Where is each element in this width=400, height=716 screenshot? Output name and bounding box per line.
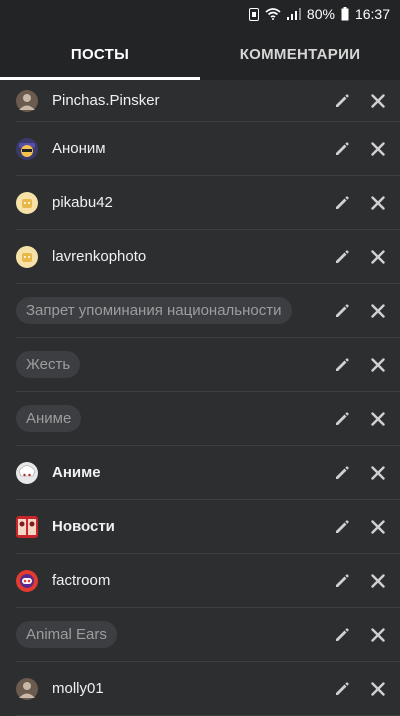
list-item[interactable]: Pinchas.Pinsker [16, 80, 400, 122]
user-name: Аноним [52, 140, 106, 157]
row-actions [334, 608, 386, 661]
news-avatar-icon [16, 515, 38, 538]
list-item[interactable]: Аниме [16, 392, 400, 446]
edit-pencil-icon[interactable] [334, 681, 350, 697]
user-name: pikabu42 [52, 194, 113, 211]
edit-pencil-icon[interactable] [334, 465, 350, 481]
list-item[interactable]: Аниме [16, 446, 400, 500]
remove-close-icon[interactable] [370, 411, 386, 427]
battery-icon [341, 7, 349, 21]
default-avatar-icon [16, 245, 38, 268]
remove-close-icon[interactable] [370, 465, 386, 481]
remove-close-icon[interactable] [370, 357, 386, 373]
row-actions [334, 338, 386, 391]
wifi-icon [265, 8, 281, 20]
tag-chip: Запрет упоминания национальности [16, 297, 292, 324]
list-item[interactable]: Жесть [16, 338, 400, 392]
remove-close-icon[interactable] [370, 195, 386, 211]
status-bar: 80% 16:37 [0, 0, 400, 28]
row-actions [334, 554, 386, 607]
factroom-avatar-icon [16, 569, 38, 592]
anon-avatar-icon [16, 137, 38, 160]
list-item[interactable]: molly01 [16, 662, 400, 716]
edit-pencil-icon[interactable] [334, 411, 350, 427]
remove-close-icon[interactable] [370, 93, 386, 109]
clock: 16:37 [354, 6, 390, 22]
user-avatar-icon [16, 89, 38, 112]
community-name: Новости [52, 518, 115, 535]
signal-icon [286, 8, 301, 20]
edit-pencil-icon[interactable] [334, 303, 350, 319]
remove-close-icon[interactable] [370, 627, 386, 643]
row-actions [334, 446, 386, 499]
remove-close-icon[interactable] [370, 249, 386, 265]
tab-comments[interactable]: КОММЕНТАРИИ [200, 28, 400, 80]
list-item[interactable]: Новости [16, 500, 400, 554]
sim-icon [248, 7, 259, 21]
list-item[interactable]: Animal Ears [16, 608, 400, 662]
remove-close-icon[interactable] [370, 573, 386, 589]
tab-posts[interactable]: ПОСТЫ [0, 28, 200, 80]
row-actions [334, 176, 386, 229]
edit-pencil-icon[interactable] [334, 357, 350, 373]
remove-close-icon[interactable] [370, 519, 386, 535]
community-name: Аниме [52, 464, 101, 481]
user-name: factroom [52, 572, 111, 589]
default-avatar-icon [16, 191, 38, 214]
list-item[interactable]: lavrenkophoto [16, 230, 400, 284]
user-name: lavrenkophoto [52, 248, 147, 265]
tab-bar: ПОСТЫ КОММЕНТАРИИ [0, 28, 400, 80]
battery-percent: 80% [306, 6, 335, 22]
anime-avatar-icon [16, 461, 38, 484]
edit-pencil-icon[interactable] [334, 195, 350, 211]
row-actions [334, 122, 386, 175]
edit-pencil-icon[interactable] [334, 519, 350, 535]
row-actions [334, 230, 386, 283]
row-actions [334, 284, 386, 337]
list-item[interactable]: factroom [16, 554, 400, 608]
list-item[interactable]: Аноним [16, 122, 400, 176]
ignore-list: Pinchas.Pinsker Аноним pikabu42 lavrenkopho… [0, 80, 400, 716]
user-name: Pinchas.Pinsker [52, 92, 160, 109]
list-item[interactable]: Запрет упоминания национальности [16, 284, 400, 338]
tag-chip: Animal Ears [16, 621, 117, 648]
remove-close-icon[interactable] [370, 141, 386, 157]
remove-close-icon[interactable] [370, 681, 386, 697]
edit-pencil-icon[interactable] [334, 573, 350, 589]
edit-pencil-icon[interactable] [334, 249, 350, 265]
row-actions [334, 662, 386, 715]
list-item[interactable]: pikabu42 [16, 176, 400, 230]
row-actions [334, 80, 386, 121]
row-actions [334, 392, 386, 445]
edit-pencil-icon[interactable] [334, 141, 350, 157]
edit-pencil-icon[interactable] [334, 627, 350, 643]
edit-pencil-icon[interactable] [334, 93, 350, 109]
user-avatar-icon [16, 677, 38, 700]
user-name: molly01 [52, 680, 104, 697]
tag-chip: Жесть [16, 351, 81, 378]
remove-close-icon[interactable] [370, 303, 386, 319]
row-actions [334, 500, 386, 553]
tag-chip: Аниме [16, 405, 82, 432]
